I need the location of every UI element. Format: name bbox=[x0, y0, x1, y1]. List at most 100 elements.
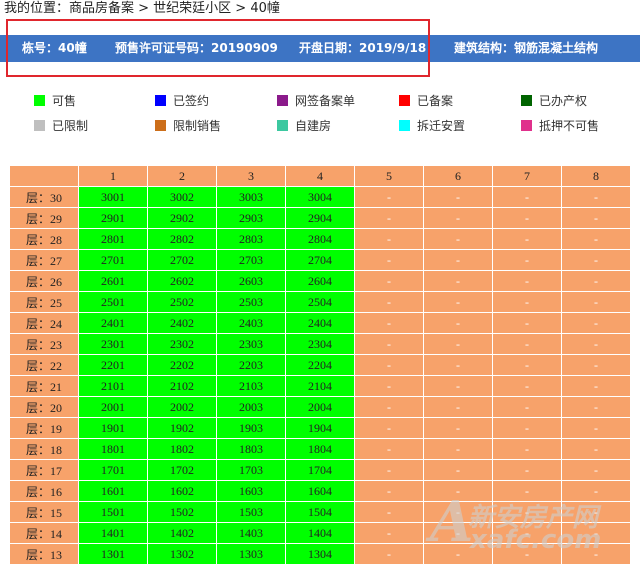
unit-cell[interactable]: 2801 bbox=[79, 229, 147, 249]
unit-cell[interactable]: 1603 bbox=[217, 481, 285, 501]
unit-cell[interactable]: 2902 bbox=[148, 208, 216, 228]
unit-cell[interactable]: 2802 bbox=[148, 229, 216, 249]
unit-cell[interactable]: 1403 bbox=[217, 523, 285, 543]
unit-cell[interactable]: 2903 bbox=[217, 208, 285, 228]
unit-cell[interactable]: 1303 bbox=[217, 544, 285, 564]
unit-cell[interactable]: 2803 bbox=[217, 229, 285, 249]
unit-cell[interactable]: 3003 bbox=[217, 187, 285, 207]
unit-cell[interactable]: 2003 bbox=[217, 397, 285, 417]
unit-cell[interactable]: 1501 bbox=[79, 502, 147, 522]
unit-cell[interactable]: 1304 bbox=[286, 544, 354, 564]
empty-cell: - bbox=[424, 481, 492, 501]
unit-cell[interactable]: 2304 bbox=[286, 334, 354, 354]
unit-cell[interactable]: 2604 bbox=[286, 271, 354, 291]
unit-cell[interactable]: 2002 bbox=[148, 397, 216, 417]
empty-cell: - bbox=[355, 334, 423, 354]
unit-cell[interactable]: 1301 bbox=[79, 544, 147, 564]
unit-cell[interactable]: 2302 bbox=[148, 334, 216, 354]
unit-cell[interactable]: 1401 bbox=[79, 523, 147, 543]
unit-cell[interactable]: 2204 bbox=[286, 355, 354, 375]
unit-cell[interactable]: 2502 bbox=[148, 292, 216, 312]
unit-cell[interactable]: 2501 bbox=[79, 292, 147, 312]
unit-cell[interactable]: 2704 bbox=[286, 250, 354, 270]
unit-cell[interactable]: 2401 bbox=[79, 313, 147, 333]
empty-cell: - bbox=[424, 439, 492, 459]
unit-cell[interactable]: 2202 bbox=[148, 355, 216, 375]
unit-cell[interactable]: 1502 bbox=[148, 502, 216, 522]
unit-cell[interactable]: 1701 bbox=[79, 460, 147, 480]
unit-cell[interactable]: 2702 bbox=[148, 250, 216, 270]
unit-cell[interactable]: 2602 bbox=[148, 271, 216, 291]
unit-cell[interactable]: 1604 bbox=[286, 481, 354, 501]
unit-cell[interactable]: 2001 bbox=[79, 397, 147, 417]
unit-cell[interactable]: 2203 bbox=[217, 355, 285, 375]
unit-cell[interactable]: 3001 bbox=[79, 187, 147, 207]
floor-row: 层：25 2501 2502 2503 2504- - - - bbox=[10, 292, 630, 312]
empty-cell: - bbox=[493, 292, 561, 312]
column-header-row: 12345678 bbox=[10, 166, 630, 186]
unit-cell[interactable]: 2603 bbox=[217, 271, 285, 291]
unit-cell[interactable]: 1801 bbox=[79, 439, 147, 459]
unit-cell[interactable]: 1803 bbox=[217, 439, 285, 459]
floor-row: 层：17 1701 1702 1703 1704- - - - bbox=[10, 460, 630, 480]
empty-cell: - bbox=[493, 208, 561, 228]
unit-cell[interactable]: 1302 bbox=[148, 544, 216, 564]
empty-cell: - bbox=[493, 397, 561, 417]
unit-cell[interactable]: 2103 bbox=[217, 376, 285, 396]
empty-cell: - bbox=[562, 208, 630, 228]
unit-cell[interactable]: 3002 bbox=[148, 187, 216, 207]
unit-cell[interactable]: 1901 bbox=[79, 418, 147, 438]
empty-cell: - bbox=[355, 481, 423, 501]
empty-cell: - bbox=[562, 502, 630, 522]
unit-cell[interactable]: 2201 bbox=[79, 355, 147, 375]
floor-row: 层：15 1501 1502 1503 1504- - - - bbox=[10, 502, 630, 522]
unit-cell[interactable]: 2303 bbox=[217, 334, 285, 354]
unit-cell[interactable]: 1703 bbox=[217, 460, 285, 480]
legend-swatch bbox=[34, 95, 45, 106]
empty-cell: - bbox=[493, 418, 561, 438]
unit-cell[interactable]: 1503 bbox=[217, 502, 285, 522]
unit-cell[interactable]: 2601 bbox=[79, 271, 147, 291]
unit-cell[interactable]: 1601 bbox=[79, 481, 147, 501]
unit-cell[interactable]: 2403 bbox=[217, 313, 285, 333]
unit-cell[interactable]: 3004 bbox=[286, 187, 354, 207]
unit-cell[interactable]: 1804 bbox=[286, 439, 354, 459]
unit-cell[interactable]: 2402 bbox=[148, 313, 216, 333]
legend-label: 已办产权 bbox=[539, 94, 588, 108]
floor-row: 层：13 1301 1302 1303 1304- - - - bbox=[10, 544, 630, 564]
unit-cell[interactable]: 2901 bbox=[79, 208, 147, 228]
empty-cell: - bbox=[562, 376, 630, 396]
unit-cell[interactable]: 2804 bbox=[286, 229, 354, 249]
legend-swatch bbox=[399, 95, 410, 106]
empty-cell: - bbox=[355, 418, 423, 438]
unit-cell[interactable]: 2701 bbox=[79, 250, 147, 270]
unit-cell[interactable]: 1504 bbox=[286, 502, 354, 522]
unit-cell[interactable]: 1702 bbox=[148, 460, 216, 480]
floor-row: 层：28 2801 2802 2803 2804- - - - bbox=[10, 229, 630, 249]
floor-row: 层：30 3001 3002 3003 3004- - - - bbox=[10, 187, 630, 207]
unit-grid-container[interactable]: 1 2 3 4 5 6 7 8 层：30 3001 3002 3003 3004- - - - 层：29 2901… bbox=[9, 165, 640, 564]
empty-cell: - bbox=[493, 481, 561, 501]
unit-cell[interactable]: 1904 bbox=[286, 418, 354, 438]
unit-cell[interactable]: 2504 bbox=[286, 292, 354, 312]
unit-cell[interactable]: 2104 bbox=[286, 376, 354, 396]
unit-cell[interactable]: 1704 bbox=[286, 460, 354, 480]
empty-cell: - bbox=[424, 460, 492, 480]
unit-cell[interactable]: 2301 bbox=[79, 334, 147, 354]
floor-label: 层：22 bbox=[10, 355, 78, 375]
unit-cell[interactable]: 2904 bbox=[286, 208, 354, 228]
unit-cell[interactable]: 2101 bbox=[79, 376, 147, 396]
unit-cell[interactable]: 2503 bbox=[217, 292, 285, 312]
unit-cell[interactable]: 2102 bbox=[148, 376, 216, 396]
empty-cell: - bbox=[562, 229, 630, 249]
unit-cell[interactable]: 2004 bbox=[286, 397, 354, 417]
unit-cell[interactable]: 1404 bbox=[286, 523, 354, 543]
unit-cell[interactable]: 2404 bbox=[286, 313, 354, 333]
unit-cell[interactable]: 1602 bbox=[148, 481, 216, 501]
unit-cell[interactable]: 1802 bbox=[148, 439, 216, 459]
unit-cell[interactable]: 2703 bbox=[217, 250, 285, 270]
unit-cell[interactable]: 1903 bbox=[217, 418, 285, 438]
empty-cell: - bbox=[424, 208, 492, 228]
unit-cell[interactable]: 1402 bbox=[148, 523, 216, 543]
unit-cell[interactable]: 1902 bbox=[148, 418, 216, 438]
